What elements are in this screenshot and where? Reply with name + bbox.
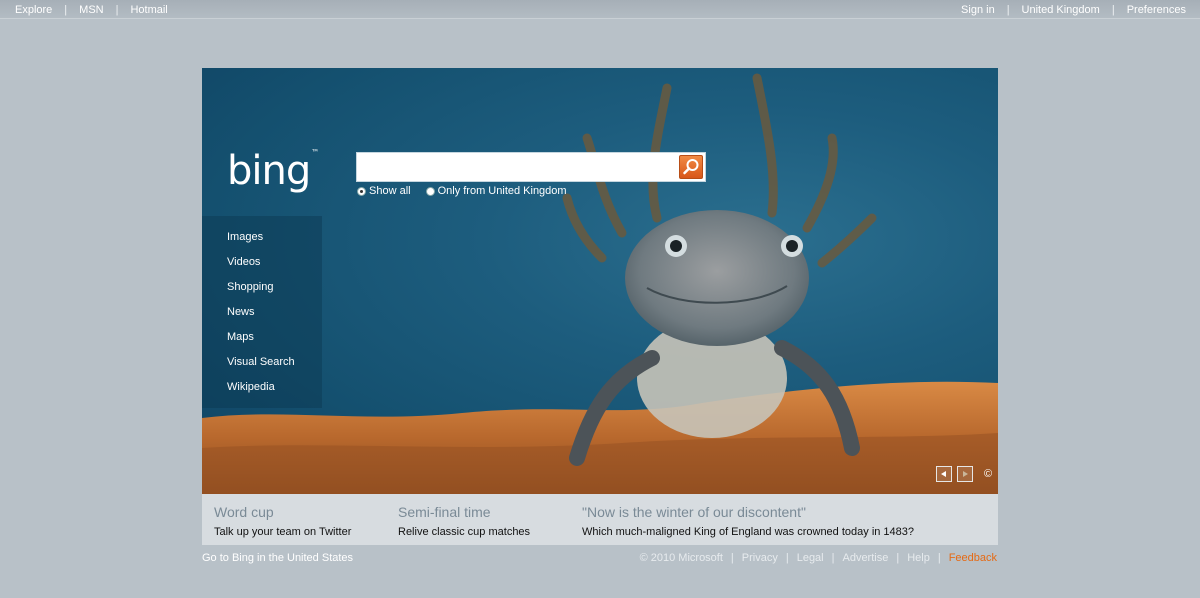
nav-maps[interactable]: Maps — [227, 331, 254, 343]
help-link[interactable]: Help — [907, 552, 930, 564]
hotspot-title: "Now is the winter of our discontent" — [582, 504, 806, 520]
hotspot-item[interactable]: "Now is the winter of our discontent" Wh… — [582, 504, 914, 538]
image-controls: © — [936, 466, 992, 482]
advertise-link[interactable]: Advertise — [842, 552, 888, 564]
nav-shopping[interactable]: Shopping — [227, 281, 274, 293]
search-button[interactable] — [679, 155, 703, 179]
top-bar: Explore | MSN | Hotmail Sign in | United… — [0, 0, 1200, 19]
footer-links: © 2010 Microsoft | Privacy | Legal | Adv… — [640, 552, 997, 564]
hotmail-link[interactable]: Hotmail — [130, 4, 167, 16]
top-nav-left: Explore | MSN | Hotmail — [15, 4, 168, 16]
hero-background-image: bing™ Show all Only from United Kingdom … — [202, 68, 998, 494]
hotspot-item[interactable]: Word cup Talk up your team on Twitter — [214, 504, 351, 538]
separator: | — [730, 552, 734, 564]
nav-images[interactable]: Images — [227, 231, 263, 243]
go-to-us-link[interactable]: Go to Bing in the United States — [202, 552, 353, 564]
separator: | — [64, 4, 68, 16]
next-image-button[interactable] — [957, 466, 973, 482]
feedback-link[interactable]: Feedback — [949, 552, 997, 564]
top-nav-right: Sign in | United Kingdom | Preferences — [961, 4, 1186, 16]
legal-link[interactable]: Legal — [797, 552, 824, 564]
hotspot-panel: Word cup Talk up your team on Twitter Se… — [202, 494, 998, 545]
side-navigation: Images Videos Shopping News Maps Visual … — [202, 216, 322, 408]
separator: | — [896, 552, 900, 564]
radio-label: Show all — [369, 185, 411, 197]
separator: | — [831, 552, 835, 564]
nav-visual-search[interactable]: Visual Search — [227, 356, 295, 368]
search-input[interactable] — [359, 155, 677, 179]
radio-selected-icon — [357, 186, 366, 196]
sign-in-link[interactable]: Sign in — [961, 4, 995, 16]
country-link[interactable]: United Kingdom — [1022, 4, 1100, 16]
previous-image-button[interactable] — [936, 466, 952, 482]
radio-label: Only from United Kingdom — [437, 185, 567, 197]
nav-news[interactable]: News — [227, 306, 255, 318]
search-scope-options: Show all Only from United Kingdom — [357, 185, 582, 197]
trademark: ™ — [311, 148, 319, 157]
radio-unselected-icon — [425, 186, 435, 196]
search-icon — [683, 159, 699, 175]
explore-link[interactable]: Explore — [15, 4, 52, 16]
nav-wikipedia[interactable]: Wikipedia — [227, 381, 275, 393]
radio-only-uk[interactable]: Only from United Kingdom — [425, 185, 567, 197]
hotspot-title: Word cup — [214, 504, 274, 520]
copyright-text: © 2010 Microsoft — [639, 552, 723, 564]
separator: | — [937, 552, 941, 564]
separator: | — [785, 552, 789, 564]
hotspot-subtitle: Which much-maligned King of England was … — [582, 526, 915, 538]
separator: | — [1111, 4, 1115, 16]
search-box — [356, 152, 706, 182]
logo-text: bing — [227, 148, 311, 194]
image-copyright-button[interactable]: © — [984, 468, 992, 480]
privacy-link[interactable]: Privacy — [742, 552, 778, 564]
msn-link[interactable]: MSN — [79, 4, 103, 16]
hotspot-title: Semi-final time — [398, 504, 491, 520]
separator: | — [1006, 4, 1010, 16]
hotspot-subtitle: Talk up your team on Twitter — [214, 526, 352, 538]
hotspot-item[interactable]: Semi-final time Relive classic cup match… — [398, 504, 530, 538]
nav-videos[interactable]: Videos — [227, 256, 260, 268]
hotspot-subtitle: Relive classic cup matches — [398, 526, 531, 538]
preferences-link[interactable]: Preferences — [1127, 4, 1186, 16]
separator: | — [115, 4, 119, 16]
radio-show-all[interactable]: Show all — [357, 185, 411, 197]
bing-logo[interactable]: bing™ — [227, 148, 319, 194]
